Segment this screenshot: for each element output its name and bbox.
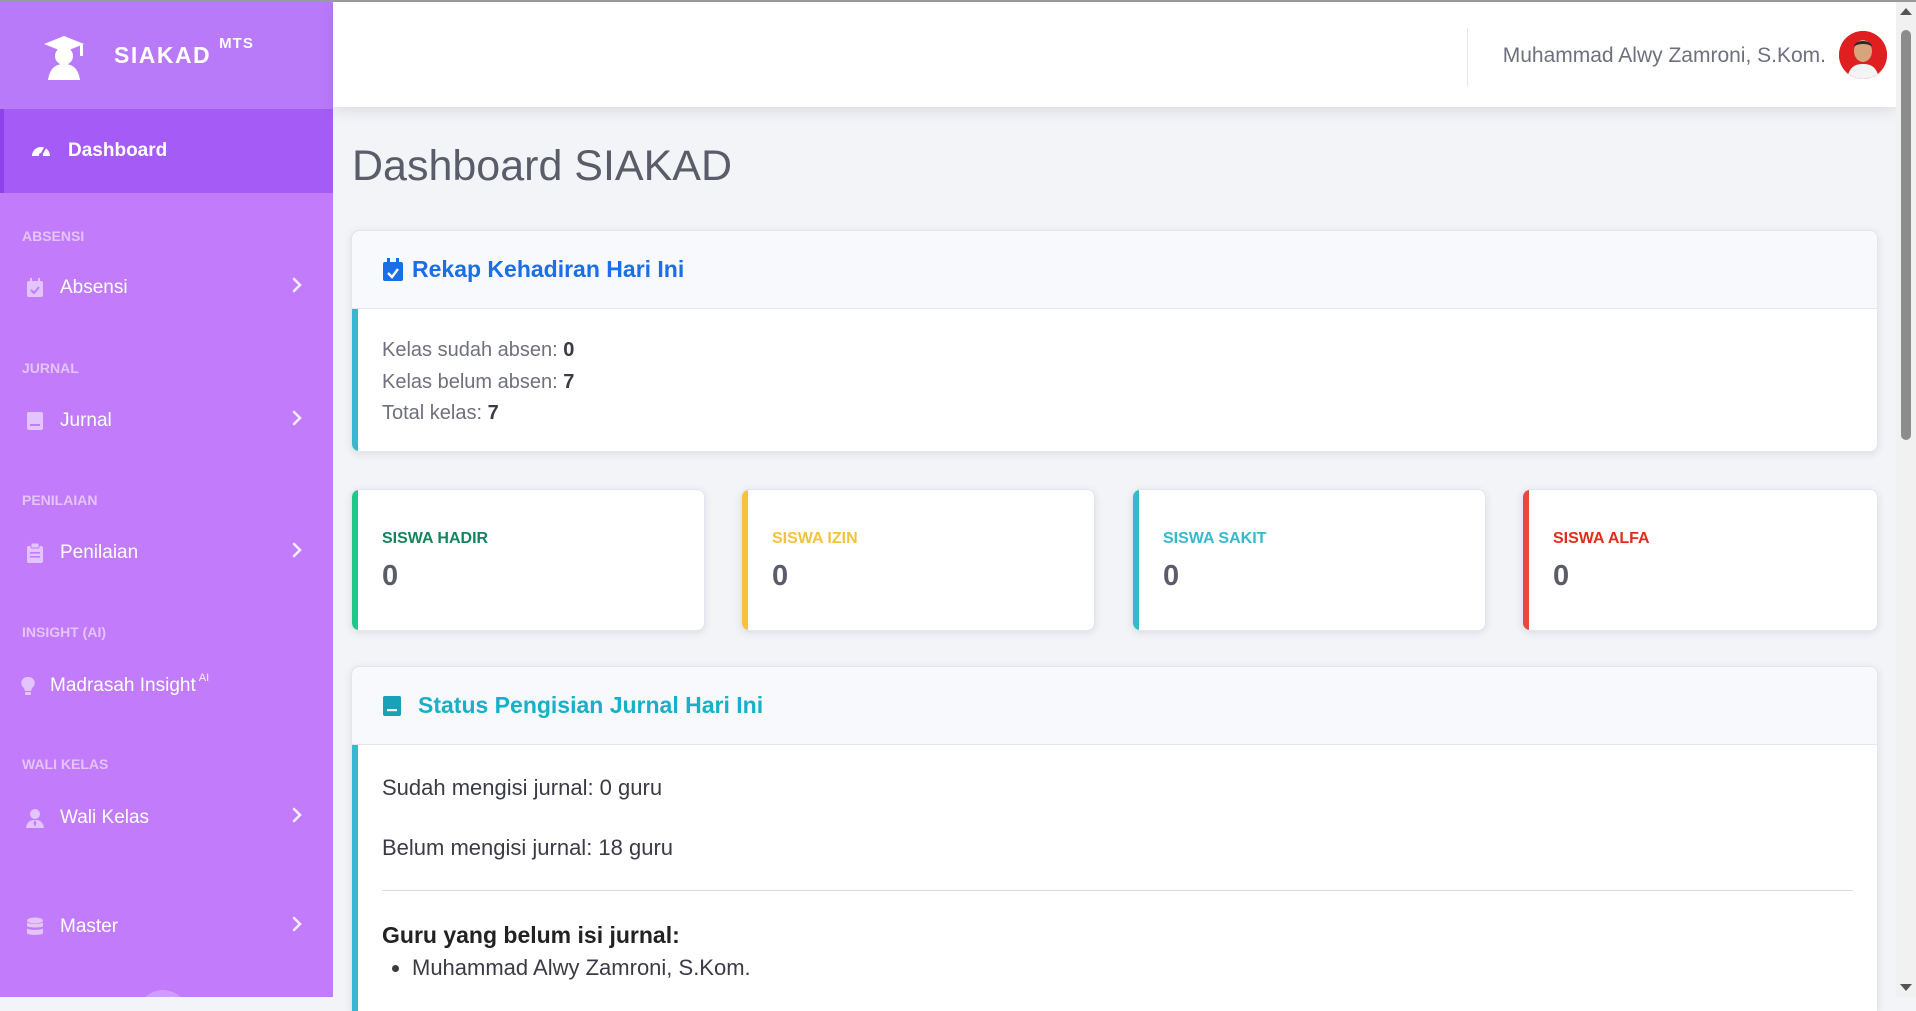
sidebar-item-penilaian[interactable]: Penilaian [0, 531, 333, 575]
stat-label: Siswa Hadir [382, 530, 489, 547]
sidebar-item-dashboard[interactable]: Dashboard [0, 109, 333, 193]
avatar[interactable] [1839, 31, 1887, 79]
lightbulb-icon [20, 676, 36, 696]
sidebar-item-absensi[interactable]: Absensi [0, 266, 333, 310]
brand-name: SIAKAD [114, 42, 212, 68]
user-tie-icon [24, 808, 46, 828]
sidebar: SIAKAD MTS Dashboard Absensi Absensi Jur… [0, 2, 333, 997]
guru-list-title: Guru yang belum isi jurnal: [382, 922, 680, 948]
brand[interactable]: SIAKAD MTS [0, 2, 333, 109]
card-accent [352, 490, 358, 630]
stat-label: Siswa Izin [772, 530, 858, 547]
sidebar-item-label: Wali Kelas [60, 807, 150, 828]
card-header: Rekap Kehadiran Hari Ini [352, 231, 1877, 309]
sidebar-heading-penilaian: Penilaian [22, 492, 98, 508]
stat-value: 0 [1553, 560, 1570, 592]
scrollbar-thumb[interactable] [1901, 30, 1911, 440]
page-scrollbar[interactable] [1896, 2, 1916, 997]
sidebar-item-jurnal[interactable]: Jurnal [0, 399, 333, 443]
belum-mengisi-jurnal: Belum mengisi jurnal: 18 guru [382, 835, 674, 860]
stat-card-siswa-sakit: Siswa Sakit 0 [1132, 489, 1486, 631]
calendar-check-icon [24, 278, 46, 298]
stat-value: 0 [772, 560, 789, 592]
database-icon [24, 917, 46, 937]
sidebar-item-master[interactable]: Master [0, 905, 333, 949]
kelas-sudah-absen: Kelas sudah absen: 0 [382, 339, 575, 361]
sidebar-item-label: Jurnal [60, 410, 112, 431]
card-accent [1133, 490, 1139, 630]
chevron-right-icon [291, 806, 303, 830]
topbar-divider [1467, 28, 1468, 86]
guru-list: Muhammad Alwy Zamroni, S.Kom. [382, 955, 751, 989]
card-accent [742, 490, 748, 630]
stat-label: Siswa Sakit [1163, 530, 1267, 547]
sidebar-heading-insight: Insight (AI) [22, 624, 106, 640]
sidebar-item-label: Dashboard [68, 140, 168, 161]
calendar-check-icon [382, 257, 404, 282]
card-header: Status Pengisian Jurnal Hari Ini [352, 667, 1877, 745]
graduate-cap-icon [38, 28, 94, 84]
sidebar-item-wali-kelas[interactable]: Wali Kelas [0, 796, 333, 840]
card-title: Status Pengisian Jurnal Hari Ini [418, 692, 764, 718]
card-title: Rekap Kehadiran Hari Ini [412, 256, 685, 282]
sidebar-item-label: Master [60, 916, 119, 937]
stat-value: 0 [382, 560, 399, 592]
rekap-kehadiran-card: Rekap Kehadiran Hari Ini Kelas sudah abs… [351, 230, 1878, 452]
sidebar-item-label: Madrasah Insight [50, 675, 196, 696]
sidebar-item-label: Penilaian [60, 542, 139, 563]
sidebar-heading-jurnal: Jurnal [22, 360, 79, 376]
chevron-right-icon [291, 915, 303, 939]
topbar: Muhammad Alwy Zamroni, S.Kom. [333, 2, 1896, 107]
ai-superscript: AI [198, 672, 210, 684]
stat-card-siswa-alfa: Siswa Alfa 0 [1522, 489, 1878, 631]
kelas-belum-absen: Kelas belum absen: 7 [382, 371, 575, 393]
tachometer-icon [30, 140, 52, 162]
sudah-mengisi-jurnal: Sudah mengisi jurnal: 0 guru [382, 775, 663, 800]
divider [382, 890, 1853, 891]
card-accent [1523, 490, 1529, 630]
sidebar-heading-wali-kelas: Wali Kelas [22, 756, 109, 772]
stat-label: Siswa Alfa [1553, 530, 1650, 547]
sidebar-item-madrasah-insight[interactable]: Madrasah Insight AI [0, 664, 333, 708]
chevron-right-icon [291, 409, 303, 433]
total-kelas: Total kelas: 7 [382, 402, 499, 424]
book-icon [382, 695, 402, 717]
sidebar-toggle-button[interactable] [138, 990, 188, 997]
scroll-down-arrow-icon[interactable] [1900, 984, 1912, 991]
sidebar-heading-absensi: Absensi [22, 228, 85, 244]
sidebar-item-label: Absensi [60, 277, 128, 298]
scroll-up-arrow-icon[interactable] [1900, 8, 1912, 15]
stat-card-siswa-izin: Siswa Izin 0 [741, 489, 1095, 631]
stat-card-siswa-hadir: Siswa Hadir 0 [351, 489, 705, 631]
clipboard-icon [24, 542, 46, 564]
stat-value: 0 [1163, 560, 1180, 592]
status-jurnal-card: Status Pengisian Jurnal Hari Ini Sudah m… [351, 666, 1878, 1011]
user-name[interactable]: Muhammad Alwy Zamroni, S.Kom. [1503, 44, 1826, 68]
chevron-right-icon [291, 276, 303, 300]
book-icon [24, 411, 46, 431]
window-top-border [0, 0, 1916, 2]
page-title: Dashboard SIAKAD [352, 142, 733, 190]
chevron-right-icon [291, 541, 303, 565]
list-item: Muhammad Alwy Zamroni, S.Kom. [412, 955, 751, 981]
brand-sup: MTS [219, 35, 254, 52]
